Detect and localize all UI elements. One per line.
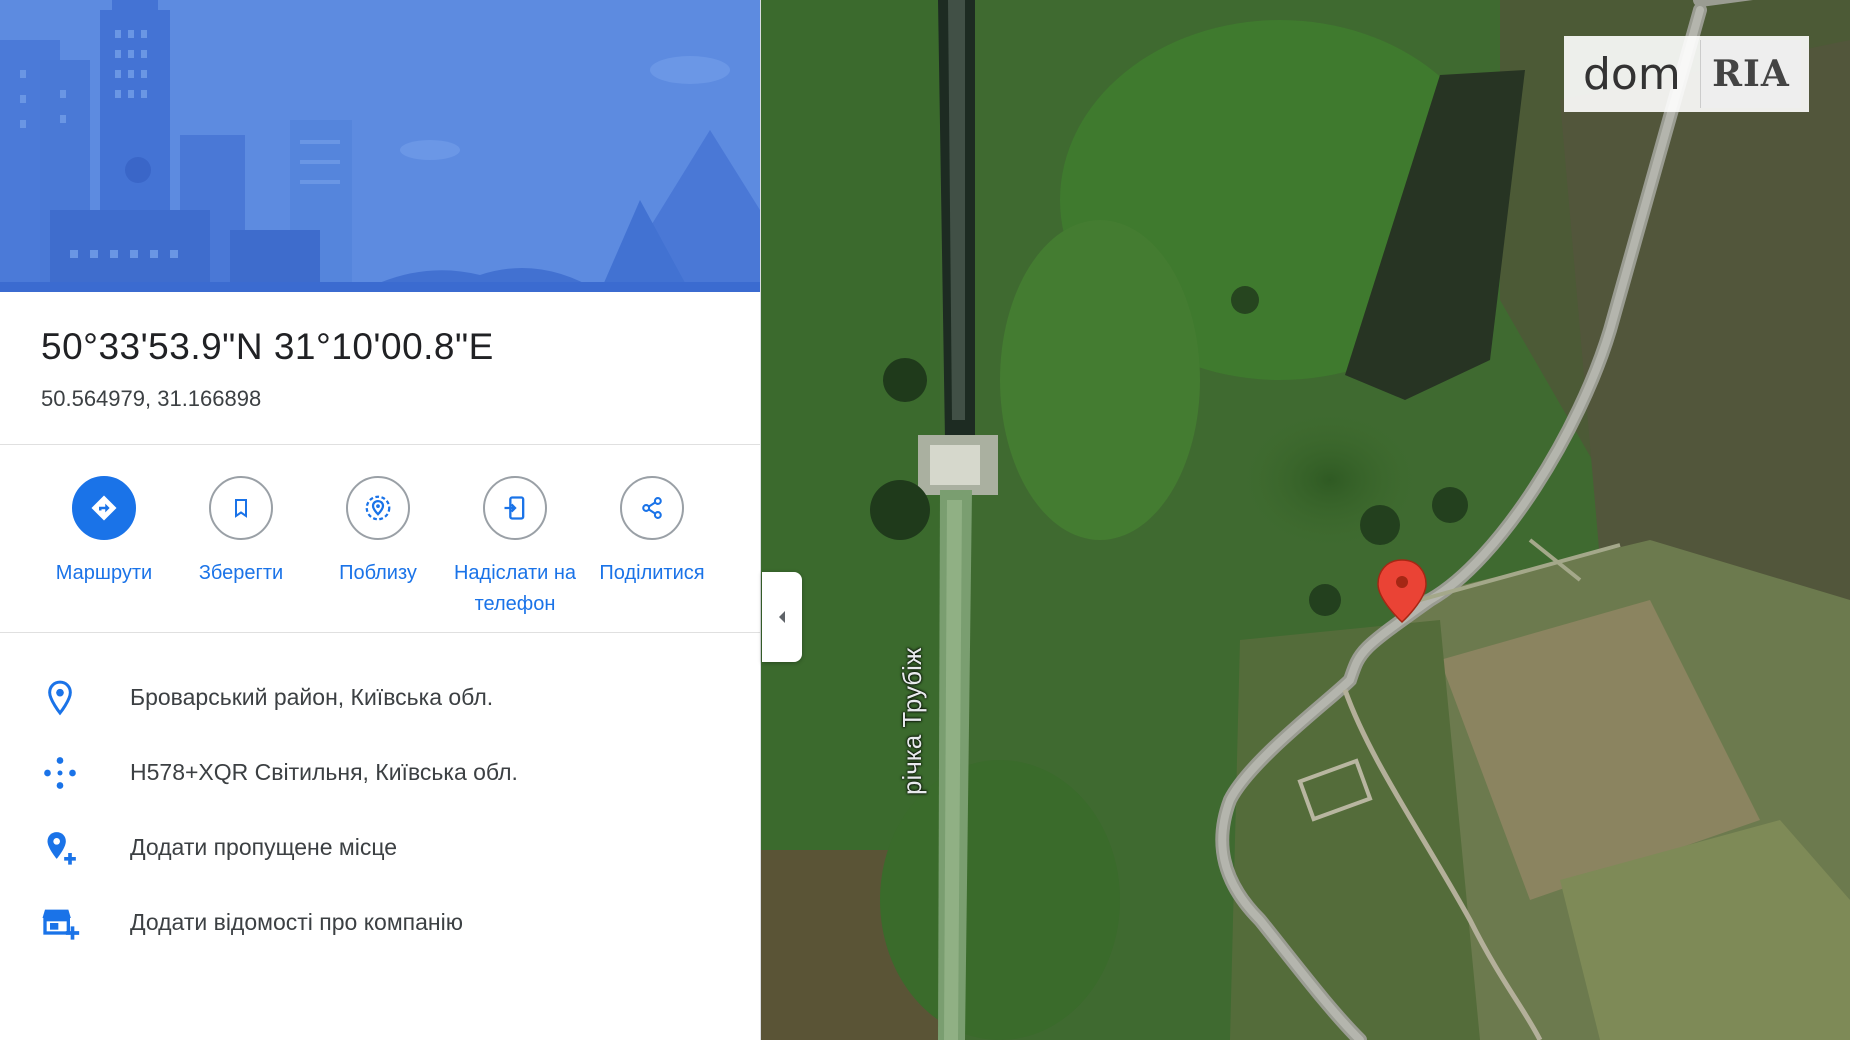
add-business-text: Додати відомості про компанію bbox=[130, 909, 463, 935]
coordinates-block: 50°33'53.9"N 31°10'00.8"E 50.564979, 31.… bbox=[41, 326, 494, 412]
chevron-left-icon bbox=[779, 611, 785, 623]
divider bbox=[0, 444, 760, 445]
location-pin-icon bbox=[48, 680, 72, 716]
save-label: Зберегти bbox=[198, 562, 284, 584]
info-list: Броварський район, Київська обл. H578+XQ… bbox=[0, 660, 760, 960]
directions-icon bbox=[72, 476, 136, 540]
action-bar: Маршрути Зберегти Поблизу Надіслати на т… bbox=[20, 470, 740, 620]
send-to-phone-icon bbox=[483, 476, 547, 540]
share-button[interactable]: Поділитися bbox=[584, 470, 720, 589]
add-missing-place-text: Додати пропущене місце bbox=[130, 834, 398, 860]
plus-code-icon bbox=[44, 757, 76, 789]
city-illustration bbox=[0, 0, 760, 292]
directions-label: Маршрути bbox=[55, 562, 153, 584]
watermark-ria-text: RIA bbox=[1712, 53, 1790, 95]
coordinates-title: 50°33'53.9"N 31°10'00.8"E bbox=[41, 326, 494, 367]
domria-watermark: dom RIA bbox=[1564, 36, 1809, 112]
add-place-icon bbox=[47, 832, 76, 865]
divider bbox=[0, 632, 760, 633]
share-label: Поділитися bbox=[599, 562, 705, 584]
share-icon bbox=[620, 476, 684, 540]
watermark-ria-logo: RIA bbox=[1700, 40, 1801, 108]
nearby-icon bbox=[346, 476, 410, 540]
send-to-phone-label: Надіслати на телефон bbox=[453, 562, 577, 615]
river-label: річка Трубіж bbox=[897, 647, 927, 795]
satellite-imagery bbox=[760, 0, 1850, 1040]
coordinates-decimal[interactable]: 50.564979, 31.166898 bbox=[41, 386, 494, 412]
side-panel: 50°33'53.9"N 31°10'00.8"E 50.564979, 31.… bbox=[0, 0, 761, 1040]
address-text: Броварський район, Київська обл. bbox=[130, 684, 494, 710]
add-missing-place-row[interactable]: Додати пропущене місце bbox=[0, 810, 760, 885]
add-business-icon bbox=[42, 909, 80, 940]
address-row[interactable]: Броварський район, Київська обл. bbox=[0, 660, 760, 735]
add-business-row[interactable]: Додати відомості про компанію bbox=[0, 885, 760, 960]
nearby-label: Поблизу bbox=[339, 562, 417, 584]
nearby-button[interactable]: Поблизу bbox=[310, 470, 446, 589]
watermark-dom-text: dom bbox=[1583, 48, 1681, 100]
collapse-panel-button[interactable] bbox=[762, 572, 802, 662]
bookmark-icon bbox=[209, 476, 273, 540]
save-button[interactable]: Зберегти bbox=[173, 470, 309, 589]
header-illustration bbox=[0, 0, 760, 292]
plus-code-row[interactable]: H578+XQR Світильня, Київська обл. bbox=[0, 735, 760, 810]
send-to-phone-button[interactable]: Надіслати на телефон bbox=[447, 470, 583, 620]
map-canvas[interactable]: річка Трубіж bbox=[760, 0, 1850, 1040]
plus-code-text: H578+XQR Світильня, Київська обл. bbox=[130, 759, 518, 785]
directions-button[interactable]: Маршрути bbox=[36, 470, 172, 589]
